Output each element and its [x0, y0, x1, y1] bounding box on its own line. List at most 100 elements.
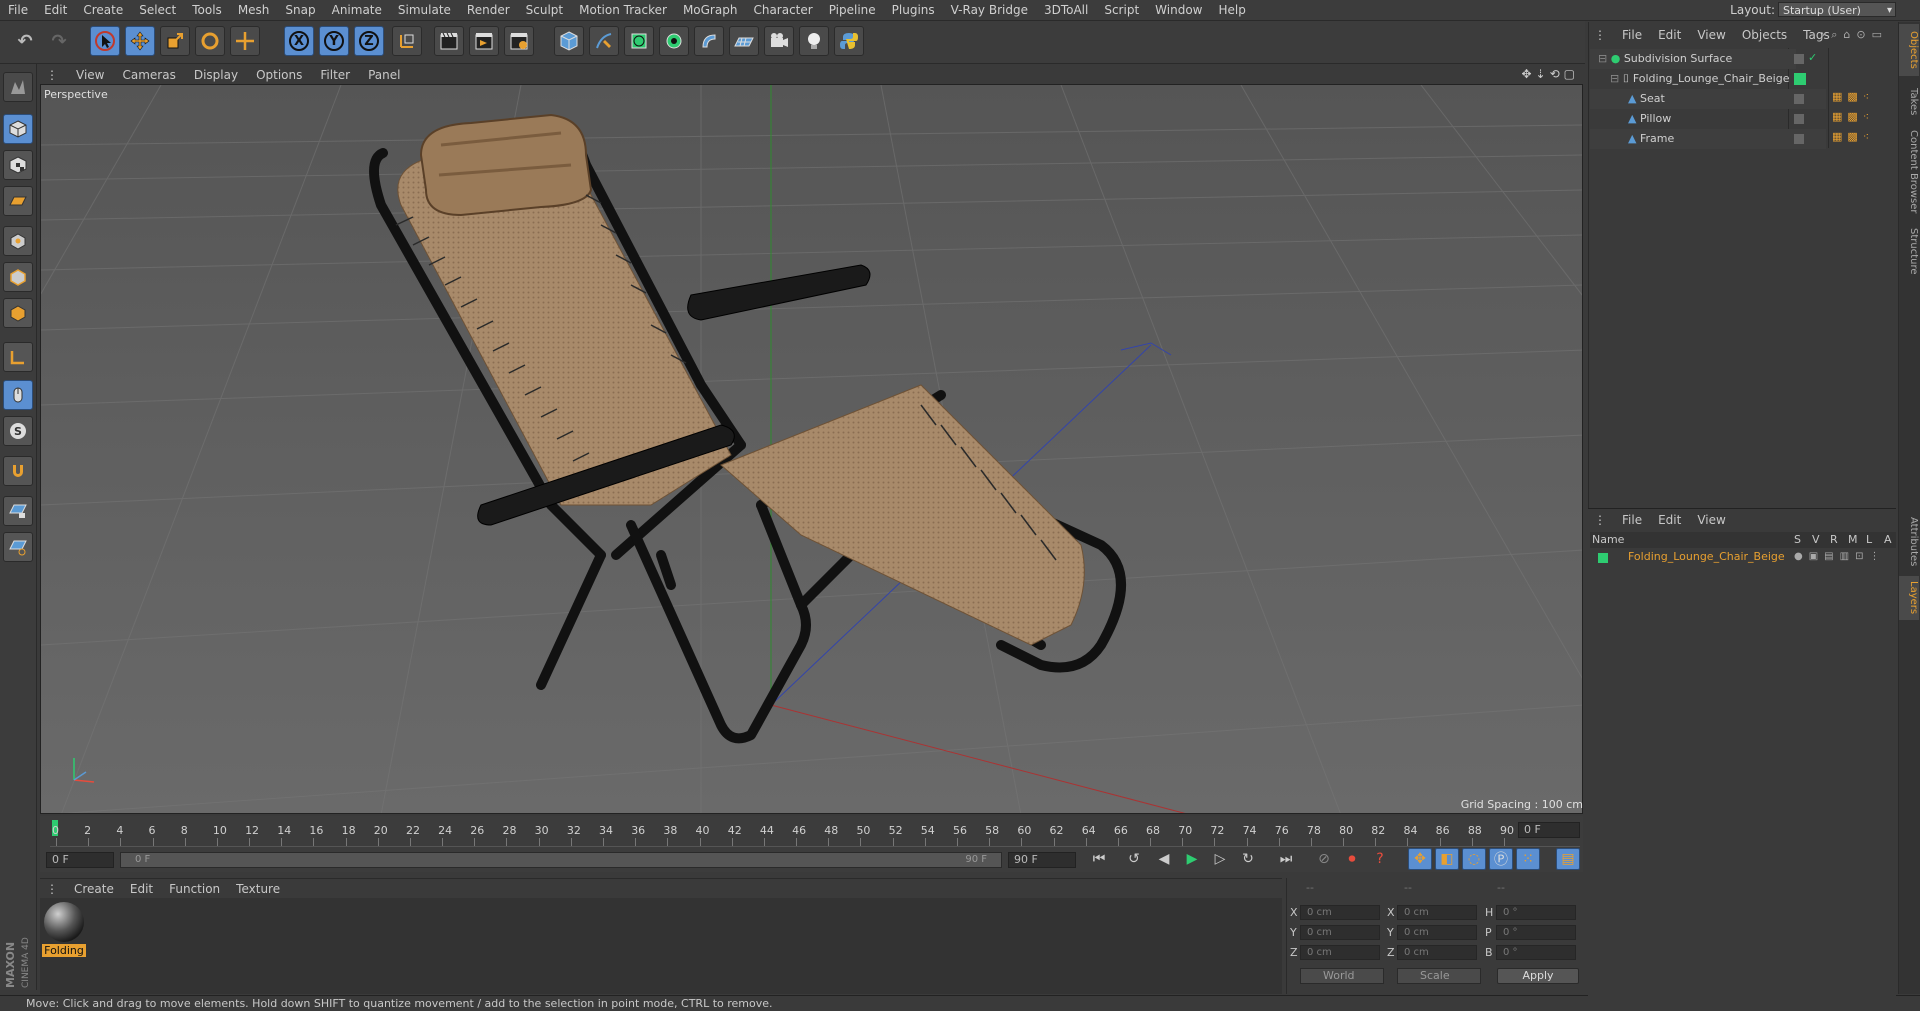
autokey-icon[interactable]: ⏺	[1340, 848, 1364, 870]
pos-y-field[interactable]: 0 cm	[1300, 925, 1380, 940]
model-mode-icon[interactable]	[3, 114, 33, 144]
object-menu-edit[interactable]: Edit	[1650, 28, 1689, 42]
z-axis-lock-button[interactable]: Z	[354, 26, 384, 56]
menu-create[interactable]: Create	[75, 0, 131, 20]
move-tool-icon[interactable]	[125, 26, 155, 56]
menu-motion-tracker[interactable]: Motion Tracker	[571, 0, 675, 20]
material-tags-icon[interactable]: ▦▩⁖	[1832, 90, 1874, 103]
rot-b-field[interactable]: 0 °	[1496, 945, 1576, 960]
rot-h-field[interactable]: 0 °	[1496, 905, 1576, 920]
menu-character[interactable]: Character	[745, 0, 820, 20]
layer-toggle-icons[interactable]: ●▣▤▥⊡⋮	[1794, 548, 1885, 566]
render-settings-icon[interactable]	[504, 26, 534, 56]
menu-vray-bridge[interactable]: V-Ray Bridge	[943, 0, 1036, 20]
coordinate-space-select[interactable]: World	[1300, 968, 1384, 984]
menu-sculpt[interactable]: Sculpt	[518, 0, 571, 20]
timeline-ruler[interactable]	[50, 842, 1580, 847]
menu-file[interactable]: File	[0, 0, 36, 20]
layer-color-tag-icon[interactable]	[1794, 73, 1806, 85]
select-tool-icon[interactable]	[90, 26, 120, 56]
3d-viewport[interactable]	[40, 84, 1583, 814]
go-to-end-icon[interactable]: ⏭	[1274, 848, 1298, 870]
menu-mesh[interactable]: Mesh	[230, 0, 278, 20]
apply-button[interactable]: Apply	[1497, 968, 1579, 984]
layout-select[interactable]: Startup (User)	[1778, 2, 1896, 18]
previous-key-icon[interactable]: ↺	[1122, 848, 1146, 870]
cloner-icon[interactable]	[659, 26, 689, 56]
transform-tool-icon[interactable]	[230, 26, 260, 56]
redo-icon[interactable]: ↷	[44, 26, 74, 56]
rot-p-field[interactable]: 0 °	[1496, 925, 1576, 940]
tree-expand-icon[interactable]: ⊟	[1598, 52, 1607, 65]
start-frame-field[interactable]: 0 F	[46, 852, 114, 868]
material-menu-function[interactable]: Function	[161, 882, 228, 896]
deformer-icon[interactable]	[694, 26, 724, 56]
viewport-menu-filter[interactable]: Filter	[311, 68, 359, 82]
points-mode-icon[interactable]	[3, 226, 33, 256]
menu-script[interactable]: Script	[1096, 0, 1147, 20]
snap-icon[interactable]: S	[3, 416, 33, 446]
play-icon[interactable]: ▶	[1180, 848, 1204, 870]
key-position-icon[interactable]: ✥	[1408, 848, 1432, 870]
current-frame-field[interactable]: 0 F	[1518, 822, 1580, 838]
layer-menu-file[interactable]: File	[1614, 513, 1650, 527]
menu-3dtoall[interactable]: 3DToAll	[1036, 0, 1096, 20]
tab-layers[interactable]: Layers	[1899, 576, 1919, 620]
render-picture-viewer-icon[interactable]	[469, 26, 499, 56]
keyframe-selection-icon[interactable]: ?	[1368, 848, 1392, 870]
axis-mode-icon[interactable]	[3, 342, 33, 372]
layer-menu-edit[interactable]: Edit	[1650, 513, 1689, 527]
rotate-tool-icon[interactable]	[195, 26, 225, 56]
object-menu-objects[interactable]: Objects	[1734, 28, 1795, 42]
edit-toggle-icon[interactable]	[1794, 54, 1804, 64]
x-axis-lock-button[interactable]: X	[284, 26, 314, 56]
coordinate-system-icon[interactable]	[392, 26, 422, 56]
menu-snap[interactable]: Snap	[277, 0, 323, 20]
tab-content-browser[interactable]: Content Browser	[1899, 126, 1919, 218]
camera-icon[interactable]	[764, 26, 794, 56]
end-frame-field[interactable]: 90 F	[1008, 852, 1076, 868]
layer-row[interactable]: Folding_Lounge_Chair_Beige ●▣▤▥⊡⋮	[1590, 548, 1896, 566]
viewport-menu-display[interactable]: Display	[185, 68, 247, 82]
y-axis-lock-button[interactable]: Y	[319, 26, 349, 56]
previous-frame-icon[interactable]: ◀	[1152, 848, 1176, 870]
material-preview-icon[interactable]	[44, 902, 84, 942]
material-menu-edit[interactable]: Edit	[122, 882, 161, 896]
key-pla-icon[interactable]: ⁙	[1516, 848, 1540, 870]
python-icon[interactable]	[834, 26, 864, 56]
lock-workplane-icon[interactable]	[3, 496, 33, 526]
scale-tool-icon[interactable]	[160, 26, 190, 56]
size-mode-select[interactable]: Scale	[1397, 968, 1481, 984]
layer-name-label[interactable]: Folding_Lounge_Chair_Beige	[1628, 548, 1785, 566]
key-parameter-icon[interactable]: Ⓟ	[1489, 848, 1513, 870]
menu-tools[interactable]: Tools	[184, 0, 230, 20]
menu-mograph[interactable]: MoGraph	[675, 0, 746, 20]
material-tags-icon[interactable]: ▦▩⁖	[1832, 130, 1874, 143]
material-tags-icon[interactable]: ▦▩⁖	[1832, 110, 1874, 123]
edit-toggle-icon[interactable]	[1794, 94, 1804, 104]
layer-color-swatch[interactable]	[1598, 553, 1608, 563]
object-row-folding-lounge-chair[interactable]: ⊟ ⌷ Folding_Lounge_Chair_Beige	[1590, 69, 1808, 89]
workplane-mode-icon[interactable]	[3, 186, 33, 216]
viewport-menu-cameras[interactable]: Cameras	[113, 68, 184, 82]
tab-structure[interactable]: Structure	[1899, 222, 1919, 280]
floor-icon[interactable]	[729, 26, 759, 56]
edges-mode-icon[interactable]	[3, 262, 33, 292]
layer-menu-view[interactable]: View	[1689, 513, 1733, 527]
undo-icon[interactable]: ↶	[10, 26, 40, 56]
next-key-icon[interactable]: ↻	[1236, 848, 1260, 870]
cube-primitive-icon[interactable]	[554, 26, 584, 56]
key-rotation-icon[interactable]: ◌	[1462, 848, 1486, 870]
tab-takes[interactable]: Takes	[1899, 82, 1919, 122]
enabled-check-icon[interactable]: ✓	[1808, 51, 1817, 64]
render-view-icon[interactable]	[434, 26, 464, 56]
tweak-mode-icon[interactable]	[3, 380, 33, 410]
object-menu-view[interactable]: View	[1689, 28, 1733, 42]
size-z-field[interactable]: 0 cm	[1397, 945, 1477, 960]
menu-pipeline[interactable]: Pipeline	[821, 0, 884, 20]
object-manager-tools-icons[interactable]: ›⌕⌂⊙▭	[1821, 28, 1888, 42]
frame-range-slider[interactable]: 0 F 90 F	[120, 852, 1002, 868]
size-y-field[interactable]: 0 cm	[1397, 925, 1477, 940]
light-icon[interactable]	[799, 26, 829, 56]
menu-render[interactable]: Render	[459, 0, 518, 20]
